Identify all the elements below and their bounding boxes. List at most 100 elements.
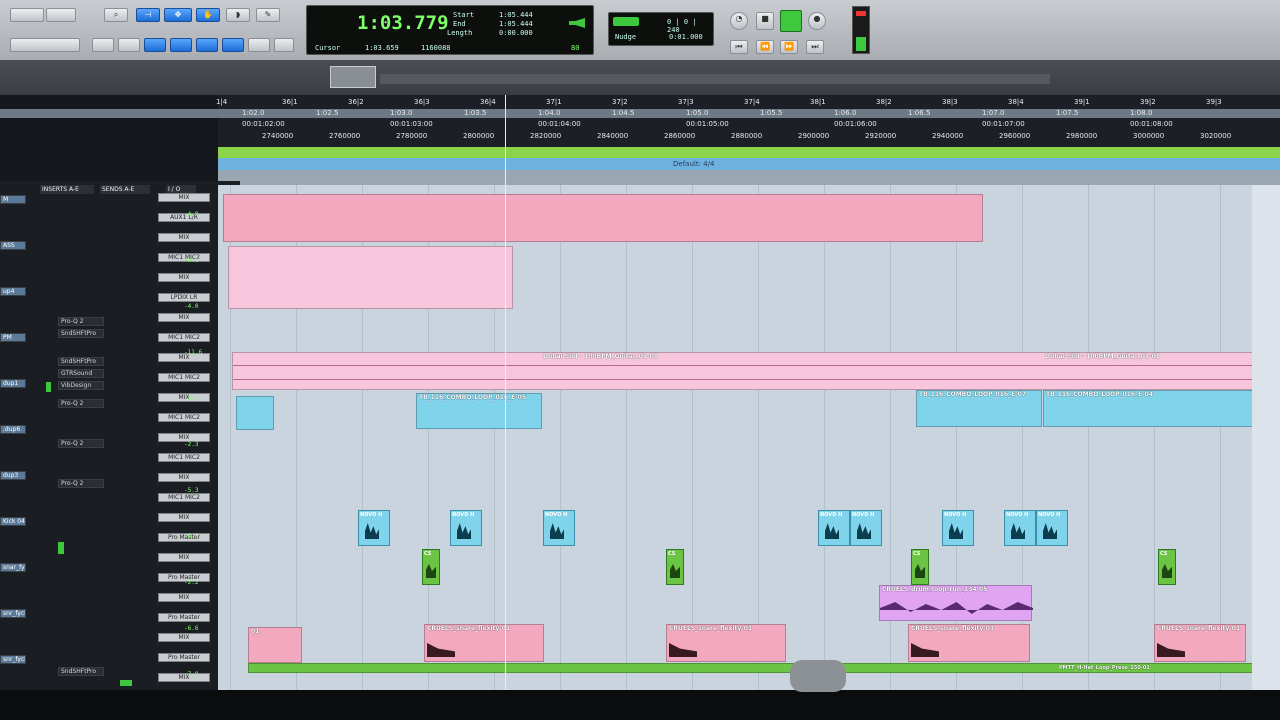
track-name[interactable]: ASS	[0, 241, 26, 250]
track-name[interactable]: snr_fych3	[0, 655, 26, 664]
io-selector[interactable]: MIX	[158, 193, 210, 202]
zoom-presets-row[interactable]	[10, 38, 80, 52]
insert-slot[interactable]: GTRSound	[58, 369, 104, 378]
edit-playlist-area[interactable]: Dubai Slid - 100BPM_Guitar_01-01 Dubai S…	[218, 185, 1280, 690]
slip-mode-button[interactable]	[118, 38, 140, 52]
link-timeline-button[interactable]	[222, 38, 244, 52]
io-selector[interactable]: MIC1 MIC2	[158, 413, 210, 422]
end-value[interactable]: 1:05.444	[499, 20, 533, 28]
hit-clip[interactable]: NOVO H	[850, 510, 882, 546]
volume-readout[interactable]: -11.6	[184, 349, 214, 357]
zoom-toggle-button[interactable]	[46, 8, 76, 22]
insert-slot[interactable]: VibDesign	[58, 381, 104, 390]
track-name[interactable]: PM	[0, 333, 26, 342]
grid-nudge-display[interactable]: 0 | 0 | 240 Nudge 0:01.000	[608, 12, 714, 46]
volume-readout[interactable]: -4.0	[184, 303, 214, 311]
audio-clip[interactable]	[223, 194, 983, 242]
grid-toggle-button[interactable]	[613, 17, 639, 26]
io-selector[interactable]: MIX	[158, 273, 210, 282]
spot-mode-button[interactable]	[144, 38, 166, 52]
trim-tool-icon[interactable]: ⊣	[136, 8, 160, 22]
stop-button[interactable]: ■	[756, 12, 774, 30]
tempo-ruler[interactable]	[218, 147, 1280, 158]
nudge-value[interactable]: 0:01.000	[669, 33, 703, 41]
io-selector[interactable]: LPDIX LR	[158, 293, 210, 302]
track-name[interactable]: up4	[0, 287, 26, 296]
hit-clip[interactable]: NOVO H	[942, 510, 974, 546]
markers-ruler[interactable]	[218, 170, 1280, 185]
io-selector[interactable]: Pro Master	[158, 613, 210, 622]
start-value[interactable]: 1:05.444	[499, 11, 533, 19]
meter-ruler[interactable]: Default: 4/4	[218, 158, 1280, 170]
record-button[interactable]: ●	[808, 12, 826, 30]
combo-loop-clip[interactable]: TB_116_COMBO_LOOP_016_E-07	[916, 390, 1042, 427]
track-name[interactable]: dup1	[0, 379, 26, 388]
snare-clip[interactable]: CRUELS_snare_flexity-01	[666, 624, 786, 662]
insert-slot[interactable]: SndSHFtPro	[58, 357, 104, 366]
tempo-value[interactable]: 80	[571, 44, 579, 52]
cs-clip[interactable]: CS	[911, 549, 929, 585]
fast-forward-button[interactable]: ⏩	[780, 40, 798, 54]
track-name[interactable]: snr_fych2	[0, 609, 26, 618]
hit-clip[interactable]: NOVO H	[543, 510, 575, 546]
return-to-zero-button[interactable]: ⏮	[730, 40, 748, 54]
zoomer-tool-icon[interactable]: ⌕	[104, 8, 128, 22]
drum-loop-clip[interactable]: CRUELS_drum_loop_run_134-05	[879, 585, 1033, 621]
volume-readout[interactable]: -4.8	[184, 211, 214, 219]
volume-readout[interactable]: -6.6	[184, 625, 214, 633]
track-name[interactable]: M	[0, 195, 26, 204]
mirror-midi-button[interactable]	[274, 38, 294, 52]
track-name[interactable]: .dup6	[0, 425, 26, 434]
playback-cursor[interactable]	[505, 95, 506, 690]
hat-loop-clip[interactable]: PMTT_H-Hat_Loop_Prese_150-01	[248, 663, 1280, 673]
insert-slot[interactable]: Pro-Q 2	[58, 399, 104, 408]
selector-tool-icon[interactable]: ✥	[164, 8, 192, 22]
snare-clip[interactable]: CRUELS_snare_flexity-01	[1154, 624, 1246, 662]
play-button[interactable]	[780, 10, 802, 32]
volume-readout[interactable]: -2.0	[184, 395, 214, 403]
main-counter-display[interactable]: 1:03.779 Start End Length 1:05.444 1:05.…	[306, 5, 594, 55]
volume-readout[interactable]: -2.2	[184, 579, 214, 587]
universe-view-box[interactable]	[330, 66, 376, 88]
rewind-button[interactable]: ⏪	[756, 40, 774, 54]
hit-clip[interactable]: NOVO H	[1036, 510, 1068, 546]
track-name[interactable]: snar_fych	[0, 563, 26, 572]
scrubber-tool-icon[interactable]: ◗	[226, 8, 250, 22]
volume-readout[interactable]: -2.3	[184, 441, 214, 449]
samples-ruler[interactable]: 2740000 2760000 2780000 2800000 2820000 28400…	[0, 132, 1280, 141]
io-selector[interactable]: MIX	[158, 553, 210, 562]
grid-value[interactable]: 0 | 0 | 240	[667, 18, 713, 34]
length-value[interactable]: 0:00.000	[499, 29, 533, 37]
cs-clip[interactable]: CS	[666, 549, 684, 585]
scroll-region[interactable]	[1252, 185, 1280, 690]
go-to-end-button[interactable]: ⏭	[806, 40, 824, 54]
grabber-tool-icon[interactable]: ✋	[196, 8, 220, 22]
bars-beats-ruler[interactable]: 1|4 36|1 36|2 36|3 36|4 37|1 37|2 37|3 37|4 38|1 3…	[0, 98, 1280, 108]
io-selector[interactable]: Pro Master	[158, 653, 210, 662]
keyboard-focus-button[interactable]	[248, 38, 270, 52]
io-selector[interactable]: MIC1 MIC2	[158, 373, 210, 382]
audio-clip[interactable]	[228, 246, 513, 309]
combo-loop-clip[interactable]: TB_116_COMBO_LOOP_016_E-05	[416, 393, 542, 429]
zoom-preset-button[interactable]	[10, 8, 44, 22]
track-name[interactable]: dup3	[0, 471, 26, 480]
insert-slot[interactable]: Pro-Q 2	[58, 439, 104, 448]
insert-slot[interactable]: SndSHFtPro	[58, 667, 104, 676]
pencil-tool-icon[interactable]: ✎	[256, 8, 280, 22]
universe-overview[interactable]	[0, 60, 1280, 95]
io-selector[interactable]: MIX	[158, 233, 210, 242]
timecode-ruler[interactable]: 00:01:02:00 00:01:03:00 00:01:04:00 00:01:0…	[0, 120, 1280, 129]
hit-clip[interactable]: NOVO H	[450, 510, 482, 546]
snare-clip[interactable]: CRUELS_snare_flexity-01	[908, 624, 1030, 662]
io-selector[interactable]: MIC1 MIC2	[158, 333, 210, 342]
io-selector[interactable]: MIX	[158, 473, 210, 482]
io-selector[interactable]: MIX	[158, 633, 210, 642]
insert-slot[interactable]: Pro-Q 2	[58, 479, 104, 488]
speaker-icon[interactable]	[569, 18, 585, 28]
timeline-rulers[interactable]: 1|4 36|1 36|2 36|3 36|4 37|1 37|2 37|3 37|4 38|1 3…	[0, 95, 1280, 147]
insert-slot[interactable]: SndSHFtPro	[58, 329, 104, 338]
grid-mode-button[interactable]	[170, 38, 192, 52]
shuffle-mode-button[interactable]	[92, 38, 114, 52]
tab-to-transient-button[interactable]	[196, 38, 218, 52]
volume-readout[interactable]: -6.8	[184, 257, 214, 265]
